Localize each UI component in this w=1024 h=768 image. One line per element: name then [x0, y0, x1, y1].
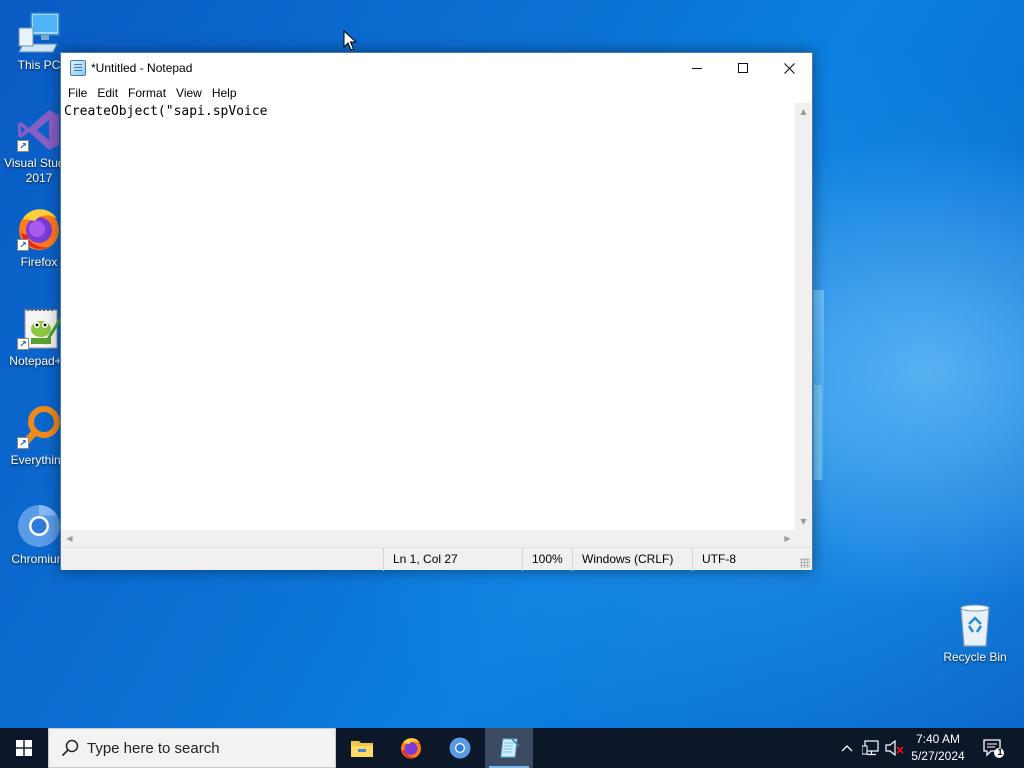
scroll-down-icon[interactable]: ▼ — [795, 513, 812, 530]
menu-help[interactable]: Help — [207, 83, 242, 103]
volume-tray-button[interactable] — [885, 738, 905, 758]
shortcut-arrow-icon: ↗ — [17, 140, 29, 152]
clock-time: 7:40 AM — [915, 732, 961, 746]
notepad-plus-plus-icon: ↗ — [15, 304, 63, 352]
notification-count-badge: 1 — [997, 747, 1003, 757]
search-placeholder: Type here to search — [87, 739, 220, 757]
desktop-icon-recycle-bin[interactable]: Recycle Bin — [936, 600, 1014, 665]
status-encoding: UTF-8 — [692, 548, 813, 571]
taskbar-notepad[interactable] — [485, 728, 533, 768]
taskbar: Type here to search 7:40 AM 5/27/2024 1 — [0, 728, 1024, 768]
taskbar-chromium[interactable] — [436, 728, 484, 768]
taskbar-firefox[interactable] — [387, 728, 435, 768]
start-button[interactable] — [0, 728, 48, 768]
close-icon — [783, 62, 795, 74]
notepad-icon — [500, 737, 520, 758]
action-center-button[interactable]: 1 — [982, 738, 1006, 758]
show-hidden-icons-button[interactable] — [837, 738, 857, 758]
shortcut-arrow-icon: ↗ — [17, 239, 29, 251]
firefox-icon: ↗ — [15, 205, 63, 253]
taskbar-file-explorer[interactable] — [338, 728, 386, 768]
recycle-bin-icon — [951, 600, 999, 648]
minimize-button[interactable] — [674, 53, 720, 83]
shortcut-arrow-icon: ↗ — [17, 437, 29, 449]
chromium-icon — [15, 502, 63, 550]
menu-view[interactable]: View — [171, 83, 207, 103]
menu-bar: File Edit Format View Help — [61, 83, 812, 103]
chromium-icon — [449, 737, 471, 759]
scrollbar-corner — [795, 530, 812, 547]
scroll-left-icon[interactable]: ◀ — [61, 530, 78, 547]
maximize-button[interactable] — [720, 53, 766, 83]
computer-icon — [15, 8, 63, 56]
menu-edit[interactable]: Edit — [92, 83, 123, 103]
resize-grip[interactable] — [800, 558, 810, 568]
menu-format[interactable]: Format — [123, 83, 171, 103]
visual-studio-icon: ↗ — [15, 106, 63, 154]
notepad-window[interactable]: *Untitled - Notepad File Edit Format Vie… — [60, 52, 813, 571]
shortcut-arrow-icon: ↗ — [17, 338, 29, 350]
chevron-up-icon — [841, 745, 853, 752]
status-bar: Ln 1, Col 27 100% Windows (CRLF) UTF-8 — [61, 547, 813, 571]
file-explorer-icon — [351, 741, 373, 757]
windows-logo-icon — [16, 740, 32, 756]
title-bar[interactable]: *Untitled - Notepad — [61, 53, 812, 83]
vertical-scrollbar[interactable]: ▲ ▼ — [795, 103, 812, 530]
search-icon — [61, 739, 79, 757]
firefox-icon — [401, 738, 421, 759]
network-tray-button[interactable] — [861, 738, 881, 758]
maximize-icon — [738, 63, 748, 73]
horizontal-scrollbar[interactable]: ◀ ▶ — [61, 530, 796, 547]
clock-date: 5/27/2024 — [911, 749, 965, 763]
desktop-icon-label: Recycle Bin — [943, 650, 1007, 664]
editor-text: CreateObject("sapi.spVoice — [64, 104, 268, 119]
wallpaper-beam — [814, 385, 822, 480]
volume-muted-icon — [885, 740, 904, 756]
network-icon — [862, 740, 879, 756]
scroll-right-icon[interactable]: ▶ — [779, 530, 796, 547]
taskbar-clock[interactable]: 7:40 AM 5/27/2024 — [904, 731, 972, 765]
scroll-up-icon[interactable]: ▲ — [795, 103, 812, 120]
mouse-pointer-icon — [343, 30, 357, 51]
close-button[interactable] — [766, 53, 812, 83]
status-cursor-position: Ln 1, Col 27 — [383, 548, 522, 571]
taskbar-search-box[interactable]: Type here to search — [48, 728, 336, 768]
notepad-icon — [70, 60, 86, 76]
status-line-endings: Windows (CRLF) — [572, 548, 692, 571]
minimize-icon — [692, 68, 702, 69]
status-zoom: 100% — [522, 548, 572, 571]
window-title: *Untitled - Notepad — [91, 61, 193, 75]
menu-file[interactable]: File — [63, 83, 92, 103]
text-editor[interactable]: CreateObject("sapi.spVoice — [61, 103, 796, 530]
everything-search-icon: ↗ — [15, 403, 63, 451]
